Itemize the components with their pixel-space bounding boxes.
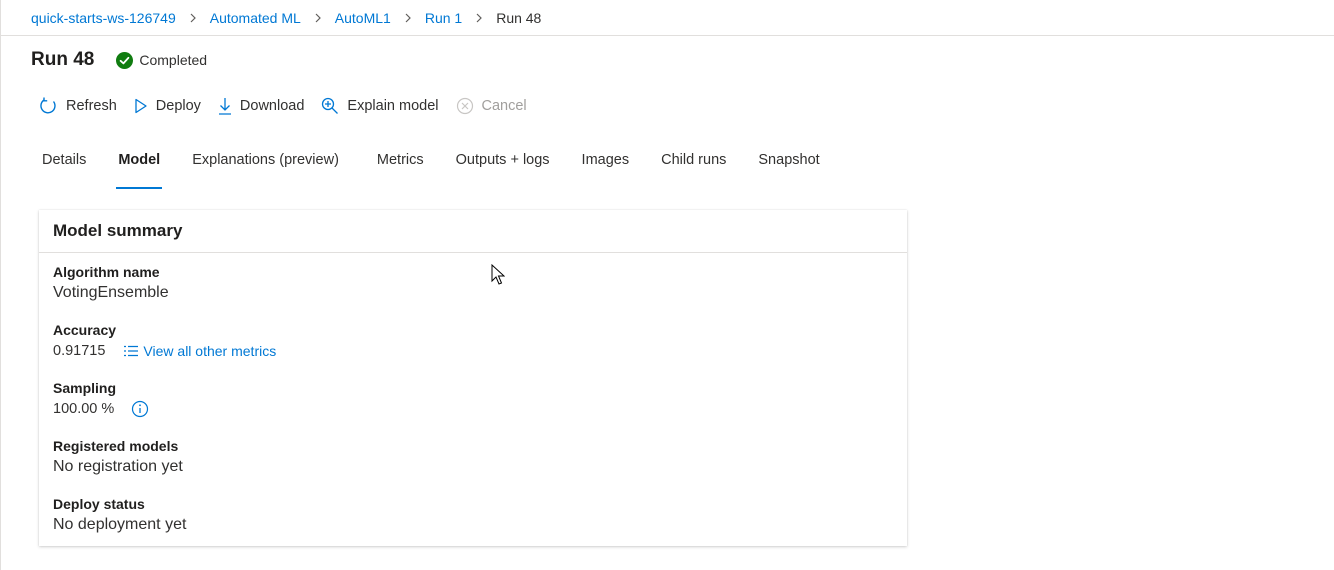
tab-model[interactable]: Model <box>116 152 163 189</box>
chevron-right-icon <box>475 13 483 23</box>
tab-images[interactable]: Images <box>582 152 630 180</box>
breadcrumb-run-1[interactable]: Run 1 <box>425 10 462 26</box>
status-text: Completed <box>139 52 208 68</box>
sampling-label: Sampling <box>53 380 117 396</box>
cancel-button[interactable]: Cancel <box>456 97 527 115</box>
breadcrumb-current: Run 48 <box>496 10 542 26</box>
download-icon <box>218 98 231 115</box>
tab-explanations[interactable]: Explanations (preview) <box>192 152 339 180</box>
sampling-field: Sampling 100.00 % <box>53 378 149 420</box>
view-all-metrics-label: View all other metrics <box>143 343 277 359</box>
deploy-label: Deploy <box>155 98 201 114</box>
explain-model-label: Explain model <box>347 98 439 114</box>
refresh-icon <box>40 97 56 114</box>
info-icon[interactable] <box>131 400 149 418</box>
deploy-status-value: No deployment yet <box>53 516 187 533</box>
sampling-row: 100.00 % <box>53 398 149 420</box>
page-title: Run 48 <box>31 49 95 70</box>
tab-child-runs[interactable]: Child runs <box>661 152 726 180</box>
list-icon <box>124 345 139 357</box>
model-summary-card: Model summary Algorithm name VotingEnsem… <box>39 210 907 546</box>
registered-models-label: Registered models <box>53 438 179 454</box>
tab-snapshot[interactable]: Snapshot <box>758 152 819 180</box>
algorithm-label: Algorithm name <box>53 264 160 280</box>
card-title: Model summary <box>39 210 907 253</box>
play-icon <box>135 98 147 114</box>
accuracy-label: Accuracy <box>53 322 117 338</box>
accuracy-value: 0.91715 <box>53 343 106 359</box>
zoom-in-icon <box>322 97 339 114</box>
deploy-button[interactable]: Deploy <box>134 98 201 114</box>
tab-metrics[interactable]: Metrics <box>377 152 424 180</box>
accuracy-row: 0.91715 View all other metrics <box>53 340 276 362</box>
title-row: Run 48 Completed <box>31 47 207 73</box>
deploy-status-field: Deploy status No deployment yet <box>53 494 186 536</box>
chevron-right-icon <box>404 13 412 23</box>
tab-details[interactable]: Details <box>42 152 86 180</box>
chevron-right-icon <box>314 13 322 23</box>
registered-models-field: Registered models No registration yet <box>53 436 183 478</box>
tab-outputs-logs[interactable]: Outputs + logs <box>456 152 550 180</box>
refresh-button[interactable]: Refresh <box>38 96 117 116</box>
breadcrumb-automated-ml[interactable]: Automated ML <box>210 10 301 26</box>
command-bar: Refresh Deploy Download Explain model Ca… <box>38 94 544 118</box>
download-button[interactable]: Download <box>218 97 305 115</box>
breadcrumb: quick-starts-ws-126749 Automated ML Auto… <box>31 0 541 36</box>
explain-model-button[interactable]: Explain model <box>321 97 439 115</box>
tab-bar: Details Model Explanations (preview) Met… <box>42 152 852 192</box>
view-all-metrics-link[interactable]: View all other metrics <box>123 340 276 362</box>
algorithm-field: Algorithm name VotingEnsemble <box>53 262 169 304</box>
download-label: Download <box>239 98 305 114</box>
registered-models-value: No registration yet <box>53 458 183 475</box>
breadcrumb-workspace[interactable]: quick-starts-ws-126749 <box>31 10 176 26</box>
cancel-circle-icon <box>456 97 473 115</box>
breadcrumb-automl1[interactable]: AutoML1 <box>335 10 391 26</box>
sampling-value: 100.00 % <box>53 401 115 417</box>
left-divider <box>0 0 1 570</box>
check-circle-icon <box>116 51 134 69</box>
header-divider <box>0 35 1334 36</box>
chevron-right-icon <box>189 13 197 23</box>
status-badge: Completed <box>116 51 208 69</box>
mouse-pointer-icon <box>491 264 505 285</box>
refresh-label: Refresh <box>66 98 117 114</box>
deploy-status-label: Deploy status <box>53 496 145 512</box>
cancel-label: Cancel <box>481 98 527 114</box>
accuracy-field: Accuracy 0.91715 View all other metrics <box>53 320 276 362</box>
algorithm-value: VotingEnsemble <box>53 284 169 301</box>
